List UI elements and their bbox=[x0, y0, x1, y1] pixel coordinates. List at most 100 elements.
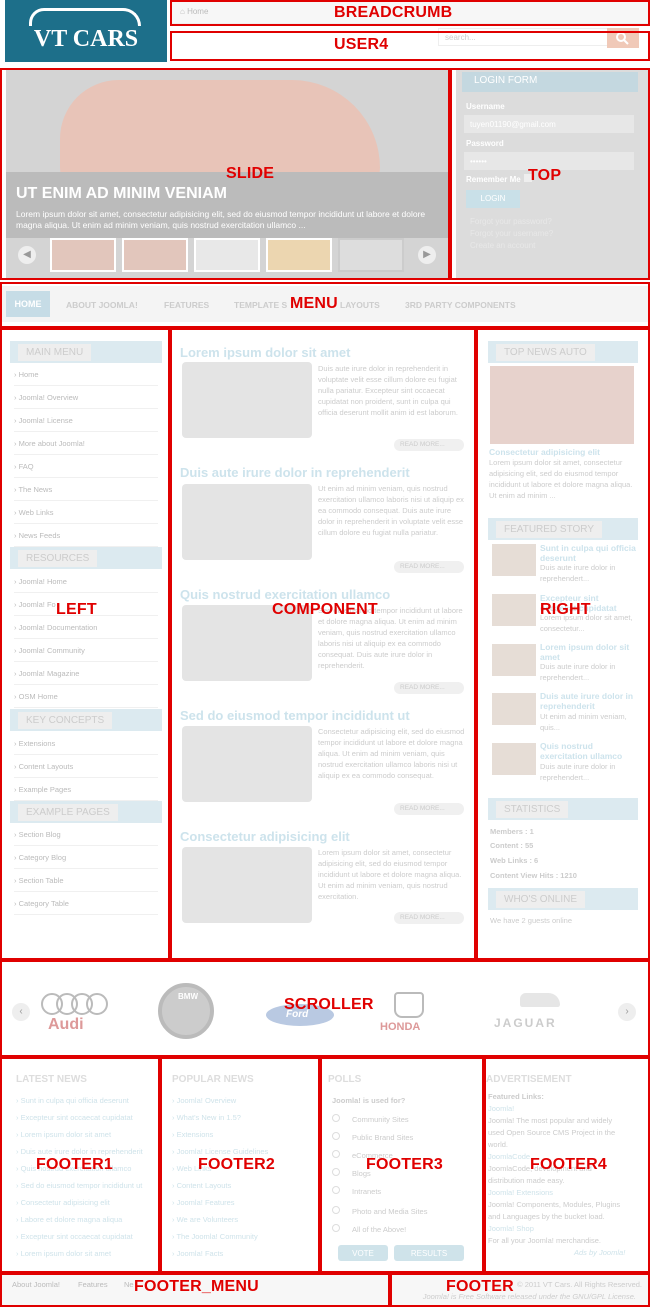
main-menu-item[interactable]: › News Feeds bbox=[14, 531, 158, 547]
main-menu-item[interactable]: › Home bbox=[14, 370, 158, 386]
poll-option[interactable]: Photo and Media Sites bbox=[352, 1207, 427, 1216]
article-title[interactable]: Lorem ipsum dolor sit amet bbox=[180, 345, 350, 360]
example-item[interactable]: › Category Blog bbox=[14, 853, 158, 869]
read-more-button[interactable]: READ MORE... bbox=[394, 803, 464, 815]
forgot-username-link[interactable]: Forgot your username? bbox=[470, 229, 553, 238]
article-title[interactable]: Duis aute irure dolor in reprehenderit bbox=[180, 465, 410, 480]
vote-button[interactable]: VOTE bbox=[338, 1245, 388, 1261]
nav-about[interactable]: ABOUT JOOMLA! bbox=[66, 300, 138, 310]
scroller-prev-icon[interactable]: ‹ bbox=[12, 1003, 30, 1021]
main-menu-item[interactable]: › Joomla! License bbox=[14, 416, 158, 432]
ad-link[interactable]: JoomlaCode bbox=[488, 1152, 530, 1161]
resource-item[interactable]: › Joomla! Community bbox=[14, 646, 158, 662]
nav-3rd-party[interactable]: 3RD PARTY COMPONENTS bbox=[405, 300, 516, 310]
main-menu-item[interactable]: › FAQ bbox=[14, 462, 158, 478]
brand-audi[interactable]: Audi bbox=[48, 1016, 84, 1034]
popular-news-item[interactable]: › The Joomla! Community bbox=[172, 1232, 258, 1241]
read-more-button[interactable]: READ MORE... bbox=[394, 912, 464, 924]
scroller-next-icon[interactable]: › bbox=[618, 1003, 636, 1021]
latest-news-item[interactable]: › Lorem ipsum dolor sit amet bbox=[16, 1249, 111, 1258]
read-more-button[interactable]: READ MORE... bbox=[394, 682, 464, 694]
slide-thumb[interactable] bbox=[50, 238, 116, 272]
latest-news-item[interactable]: › Excepteur sint occaecat cupidatat bbox=[16, 1113, 133, 1122]
nav-layouts[interactable]: LAYOUTS bbox=[340, 300, 380, 310]
latest-news-item[interactable]: › Excepteur sint occaecat cupidatat bbox=[16, 1232, 133, 1241]
ads-by-link[interactable]: Ads by Joomla! bbox=[574, 1248, 625, 1257]
featured-title[interactable]: Sunt in culpa qui officia deserunt bbox=[540, 543, 636, 563]
resource-item[interactable]: › Joomla! Documentation bbox=[14, 623, 158, 639]
article-title[interactable]: Consectetur adipisicing elit bbox=[180, 829, 350, 844]
search-button[interactable] bbox=[607, 28, 639, 48]
nav-templates[interactable]: TEMPLATE S bbox=[234, 300, 287, 310]
popular-news-item[interactable]: › Joomla! License Guidelines bbox=[172, 1147, 268, 1156]
article-title[interactable]: Sed do eiusmod tempor incididunt ut bbox=[180, 708, 410, 723]
username-field[interactable]: tuyen01190@gmail.com bbox=[464, 115, 634, 133]
search-input[interactable]: search... bbox=[438, 28, 608, 46]
poll-radio[interactable] bbox=[332, 1168, 340, 1176]
featured-title[interactable]: Lorem ipsum dolor sit amet bbox=[540, 642, 636, 662]
slide-next-icon[interactable]: ▶ bbox=[418, 246, 436, 264]
ad-link[interactable]: Joomla! bbox=[488, 1104, 514, 1113]
main-menu-item[interactable]: › Joomla! Overview bbox=[14, 393, 158, 409]
popular-news-item[interactable]: › Extensions bbox=[172, 1130, 213, 1139]
ad-link[interactable]: Joomla! Shop bbox=[488, 1224, 534, 1233]
resource-item[interactable]: › Joomla! Magazine bbox=[14, 669, 158, 685]
main-menu-item[interactable]: › The News bbox=[14, 485, 158, 501]
poll-radio[interactable] bbox=[332, 1150, 340, 1158]
footer-menu-item[interactable]: About Joomla! bbox=[12, 1280, 60, 1289]
slide-thumb[interactable] bbox=[338, 238, 404, 272]
popular-news-item[interactable]: › Joomla! Overview bbox=[172, 1096, 236, 1105]
poll-option[interactable]: Community Sites bbox=[352, 1115, 409, 1124]
read-more-button[interactable]: READ MORE... bbox=[394, 561, 464, 573]
poll-option[interactable]: All of the Above! bbox=[352, 1225, 406, 1234]
popular-news-item[interactable]: › What's New in 1.5? bbox=[172, 1113, 241, 1122]
latest-news-item[interactable]: › Consectetur adipisicing elit bbox=[16, 1198, 110, 1207]
poll-radio[interactable] bbox=[332, 1206, 340, 1214]
poll-radio[interactable] bbox=[332, 1186, 340, 1194]
popular-news-item[interactable]: › Joomla! Features bbox=[172, 1198, 235, 1207]
results-button[interactable]: RESULTS bbox=[394, 1245, 464, 1261]
login-button[interactable]: LOGIN bbox=[466, 190, 520, 208]
latest-news-item[interactable]: › Duis aute irure dolor in reprehenderit bbox=[16, 1147, 143, 1156]
read-more-button[interactable]: READ MORE... bbox=[394, 439, 464, 451]
slide-thumb[interactable] bbox=[122, 238, 188, 272]
site-logo[interactable]: VT CARS bbox=[5, 0, 167, 62]
nav-features[interactable]: FEATURES bbox=[164, 300, 209, 310]
nav-home[interactable]: HOME bbox=[6, 291, 50, 317]
poll-option[interactable]: Intranets bbox=[352, 1187, 381, 1196]
brand-honda[interactable]: HONDA bbox=[380, 1021, 420, 1033]
poll-option[interactable]: Public Brand Sites bbox=[352, 1133, 413, 1142]
footer-menu-item[interactable]: Ne bbox=[124, 1280, 134, 1289]
slide-thumb[interactable] bbox=[194, 238, 260, 272]
popular-news-item[interactable]: › We are Volunteers bbox=[172, 1215, 238, 1224]
main-menu-item[interactable]: › Web Links bbox=[14, 508, 158, 524]
concept-item[interactable]: › Example Pages bbox=[14, 785, 158, 801]
concept-item[interactable]: › Extensions bbox=[14, 739, 158, 755]
latest-news-item[interactable]: › Lorem ipsum dolor sit amet bbox=[16, 1130, 111, 1139]
slide-prev-icon[interactable]: ◀ bbox=[18, 246, 36, 264]
ad-link[interactable]: Joomla! Extensions bbox=[488, 1188, 553, 1197]
breadcrumb-home[interactable]: Home bbox=[187, 7, 208, 16]
example-item[interactable]: › Category Table bbox=[14, 899, 158, 915]
latest-news-item[interactable]: › Labore et dolore magna aliqua bbox=[16, 1215, 122, 1224]
footer-menu-item[interactable]: Features bbox=[78, 1280, 108, 1289]
popular-news-item[interactable]: › Content Layouts bbox=[172, 1181, 231, 1190]
article-title[interactable]: Quis nostrud exercitation ullamco bbox=[180, 587, 390, 602]
main-menu-item[interactable]: › More about Joomla! bbox=[14, 439, 158, 455]
forgot-password-link[interactable]: Forgot your password? bbox=[470, 217, 552, 226]
top-news-title[interactable]: Consectetur adipisicing elit bbox=[489, 447, 600, 457]
featured-title[interactable]: Duis aute irure dolor in reprehenderit bbox=[540, 691, 636, 711]
poll-radio[interactable] bbox=[332, 1224, 340, 1232]
resource-item[interactable]: › Joomla! Home bbox=[14, 577, 158, 593]
example-item[interactable]: › Section Table bbox=[14, 876, 158, 892]
resource-item[interactable]: › OSM Home bbox=[14, 692, 158, 708]
brand-jaguar[interactable]: JAGUAR bbox=[494, 1016, 557, 1030]
latest-news-item[interactable]: › Sed do eiusmod tempor incididunt ut bbox=[16, 1181, 142, 1190]
featured-title[interactable]: Quis nostrud exercitation ullamco bbox=[540, 741, 636, 761]
poll-radio[interactable] bbox=[332, 1114, 340, 1122]
latest-news-item[interactable]: › Sunt in culpa qui officia deserunt bbox=[16, 1096, 129, 1105]
popular-news-item[interactable]: › Joomla! Facts bbox=[172, 1249, 223, 1258]
slide-thumb[interactable] bbox=[266, 238, 332, 272]
poll-radio[interactable] bbox=[332, 1132, 340, 1140]
example-item[interactable]: › Section Blog bbox=[14, 830, 158, 846]
